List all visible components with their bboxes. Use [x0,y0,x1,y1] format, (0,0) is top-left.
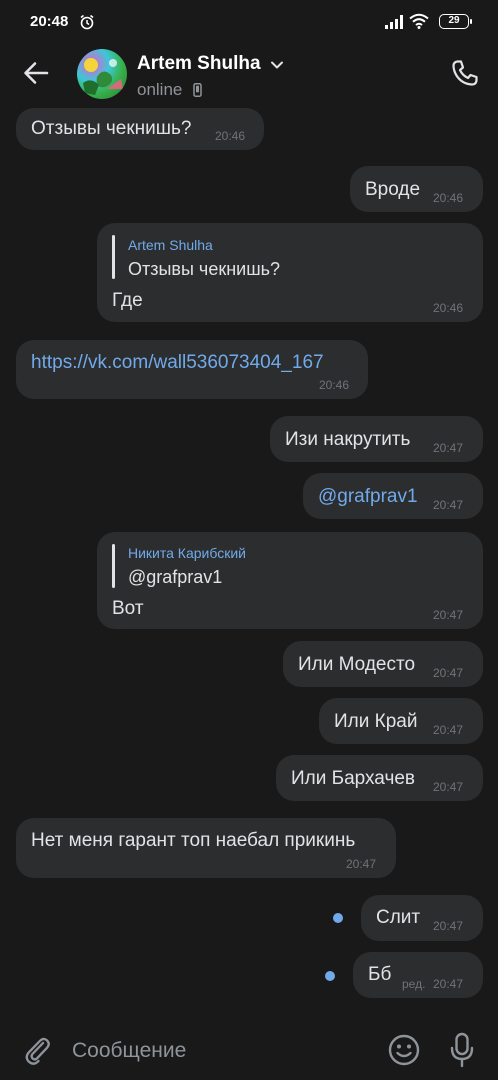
phone-status-icon [193,83,202,97]
chevron-down-icon[interactable] [270,60,284,70]
avatar[interactable] [77,49,127,99]
message-bubble-incoming[interactable]: Нет меня гарант топ наебал прикинь 20:47 [16,818,396,878]
message-text: Слит [376,907,421,928]
message-bubble-incoming[interactable]: https://vk.com/wall536073404_167 20:46 [16,340,368,399]
reply-bar [112,544,115,588]
message-time: 20:47 [433,919,464,933]
message-time: 20:47 [433,608,464,622]
status-bar: 20:48 29 [0,0,498,44]
message-time: 20:47 [433,666,464,680]
message-text: Вроде [365,179,421,200]
message-bubble-outgoing[interactable]: @grafprav1 20:47 [303,473,483,519]
message-bubble-outgoing[interactable]: Изи накрутить 20:47 [270,416,483,462]
back-arrow-icon[interactable] [22,59,50,87]
message-text: Нет меня гарант топ наебал прикинь [31,830,356,851]
message-time: 20:46 [433,301,464,315]
message-time: 20:47 [433,441,464,455]
edited-label: ред. [402,977,426,991]
chat-header: Artem Shulha online [0,44,498,106]
call-icon[interactable] [450,58,480,88]
message-text: Или Бархачев [291,768,416,789]
reply-text: Отзывы чекнишь? [128,259,281,279]
message-text: Бб [368,964,392,985]
message-time: 20:47 [346,857,377,871]
message-time: 20:46 [433,191,464,205]
message-text: Где [112,290,143,311]
message-mention[interactable]: @grafprav1 [318,486,418,508]
message-bubble-outgoing-reply[interactable]: Никита Карибский @grafprav1 Вот 20:47 [97,532,483,629]
message-text: Изи накрутить [285,429,411,450]
reply-bar [112,235,115,279]
reply-author: Artem Shulha [128,237,213,253]
unread-indicator [333,913,343,923]
message-input[interactable] [72,1036,372,1066]
signal-icon [385,15,403,29]
mic-icon[interactable] [449,1032,475,1068]
message-time: 20:46 [215,129,246,143]
message-bubble-outgoing[interactable]: Или Бархачев 20:47 [276,755,483,801]
message-composer [0,1020,498,1080]
attach-icon[interactable] [22,1034,52,1066]
alarm-icon [80,14,94,30]
wifi-icon [409,13,429,29]
reply-text: @grafprav1 [128,567,223,587]
message-bubble-outgoing[interactable]: Или Модесто 20:47 [283,641,483,687]
message-text: Отзывы чекнишь? [31,118,192,139]
message-bubble-outgoing[interactable]: Или Край 20:47 [319,698,483,744]
message-time: 20:47 [433,498,464,512]
message-text: Или Модесто [298,654,416,675]
status-time: 20:48 [30,13,69,30]
message-text: Вот [112,598,144,619]
unread-indicator [325,971,335,981]
message-time: 20:47 [433,977,464,991]
message-bubble-outgoing[interactable]: Слит 20:47 [361,895,483,941]
battery-icon: 29 [439,14,472,29]
emoji-icon[interactable] [387,1033,421,1067]
message-bubble-outgoing[interactable]: Бб ред. 20:47 [353,952,483,998]
message-bubble-outgoing-reply[interactable]: Artem Shulha Отзывы чекнишь? Где 20:46 [97,223,483,322]
reply-author: Никита Карибский [128,545,246,561]
message-link[interactable]: https://vk.com/wall536073404_167 [31,352,324,374]
message-time: 20:46 [319,378,350,392]
message-bubble-incoming[interactable]: Отзывы чекнишь? 20:46 [16,108,264,150]
contact-name[interactable]: Artem Shulha [137,53,261,75]
contact-status: online [137,80,183,99]
message-bubble-outgoing[interactable]: Вроде 20:46 [350,166,483,212]
message-text: Или Край [334,711,418,732]
message-time: 20:47 [433,780,464,794]
message-time: 20:47 [433,723,464,737]
